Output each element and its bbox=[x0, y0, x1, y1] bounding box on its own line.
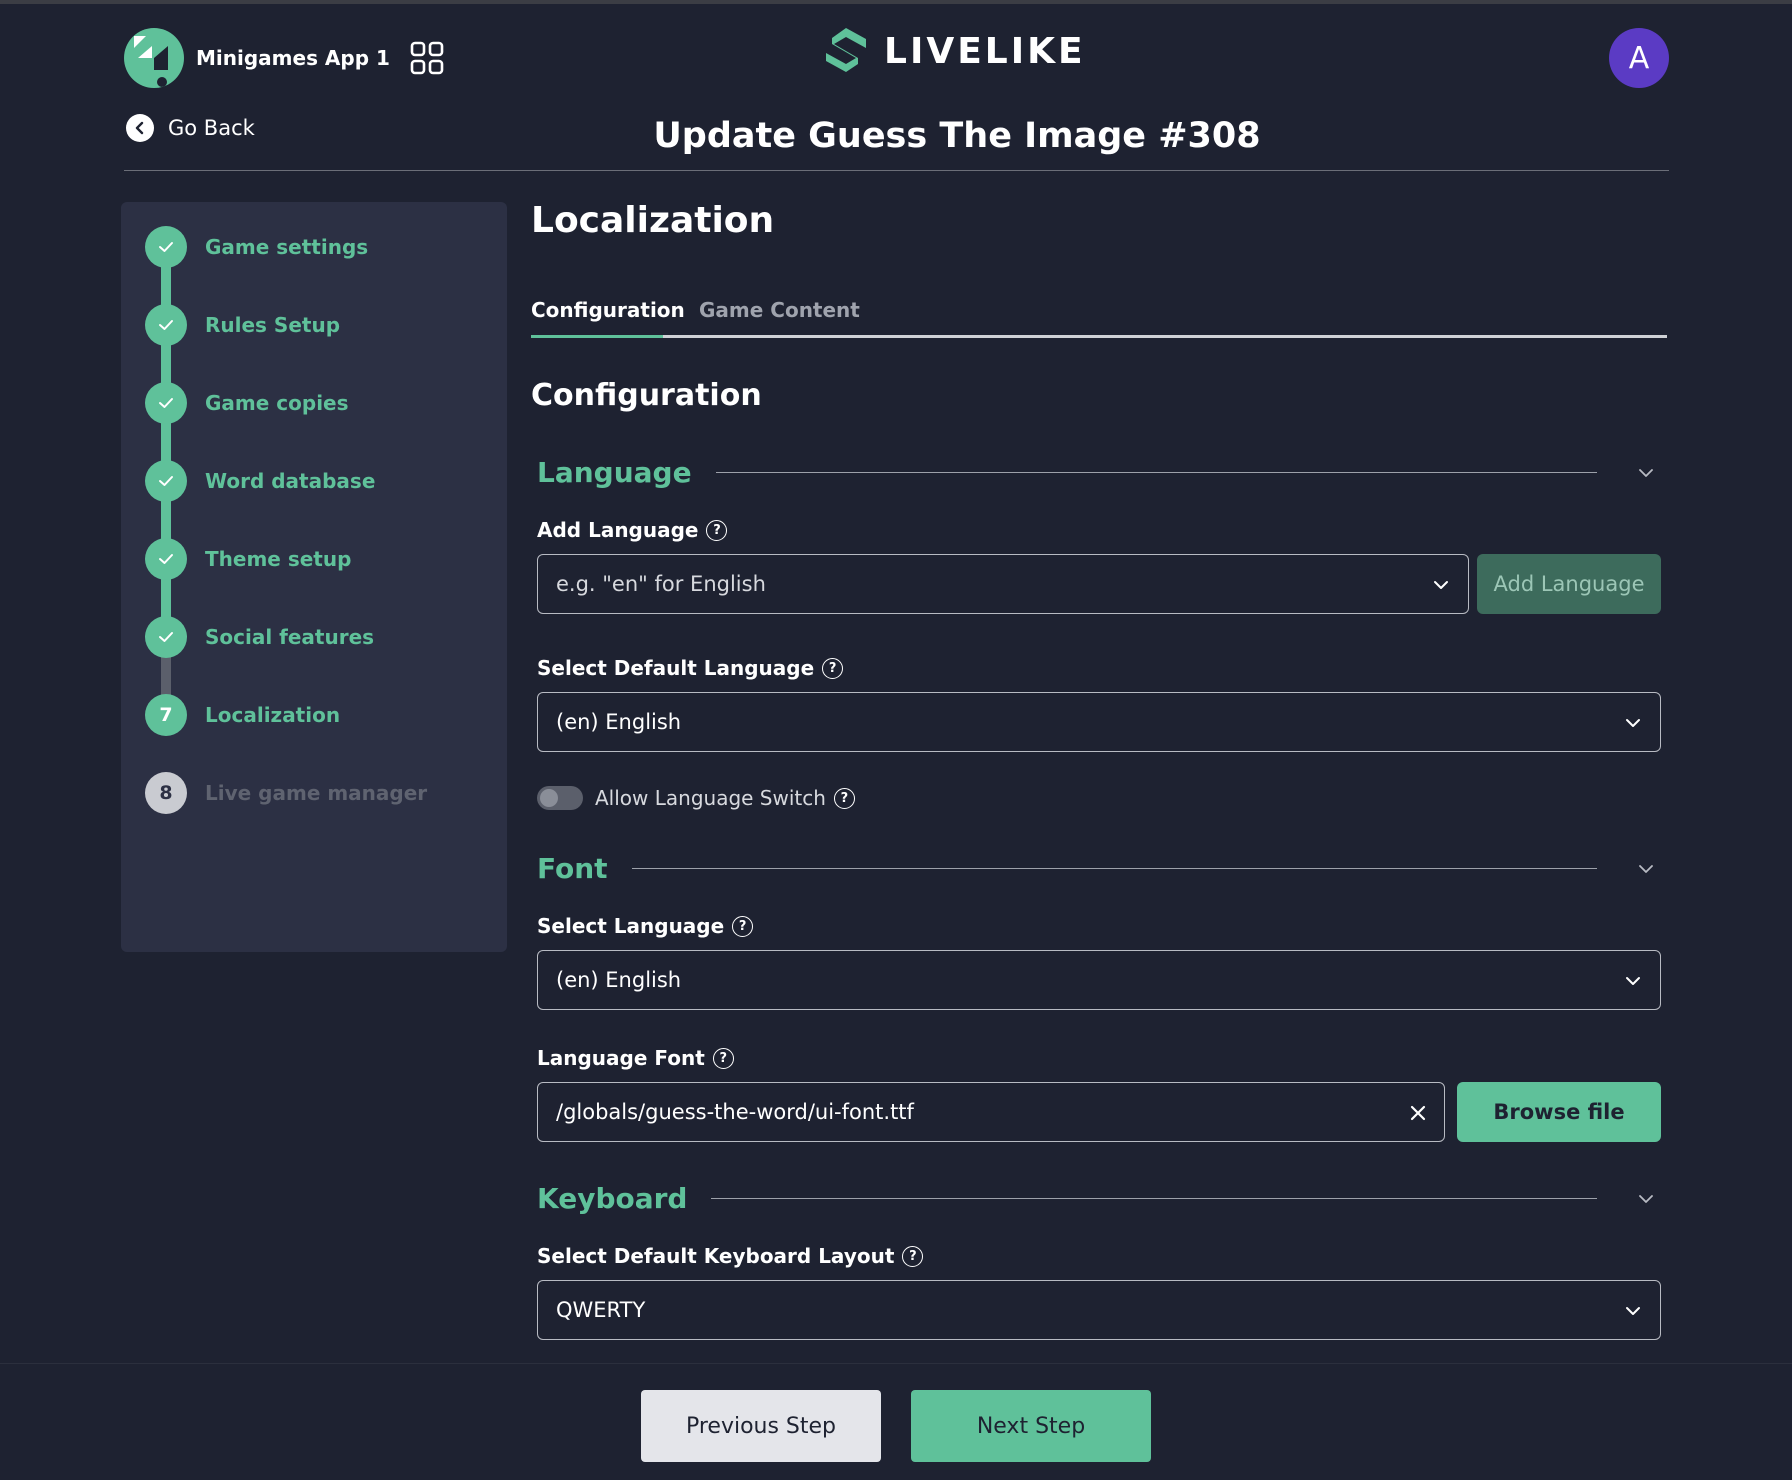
language-font-path: /globals/guess-the-word/ui-font.ttf bbox=[556, 1100, 914, 1124]
add-language-placeholder: e.g. "en" for English bbox=[556, 572, 766, 596]
step-word-database[interactable]: Word database bbox=[145, 460, 375, 502]
browse-file-button[interactable]: Browse file bbox=[1457, 1082, 1661, 1142]
keyboard-layout-select[interactable]: QWERTY bbox=[537, 1280, 1661, 1340]
step-label: Social features bbox=[205, 625, 375, 649]
step-theme-setup[interactable]: Theme setup bbox=[145, 538, 351, 580]
add-language-button[interactable]: Add Language bbox=[1477, 554, 1661, 614]
label-text: Select Language bbox=[537, 914, 725, 938]
tab-configuration[interactable]: Configuration bbox=[531, 298, 685, 322]
keyboard-group-header[interactable]: Keyboard bbox=[537, 1182, 1667, 1215]
keyboard-layout-value: QWERTY bbox=[556, 1298, 646, 1322]
keyboard-group-title: Keyboard bbox=[537, 1182, 688, 1215]
font-group-header[interactable]: Font bbox=[537, 852, 1667, 885]
step-number: 8 bbox=[145, 772, 187, 814]
select-language-label: Select Language ? bbox=[537, 914, 754, 938]
steps-sidebar: Game settings Rules Setup Game copies Wo… bbox=[121, 202, 507, 952]
tab-bar: Configuration Game Content bbox=[531, 298, 1667, 338]
chevron-down-icon[interactable] bbox=[1637, 464, 1655, 482]
language-font-label: Language Font ? bbox=[537, 1046, 734, 1070]
step-label: Theme setup bbox=[205, 547, 352, 571]
font-group-title: Font bbox=[537, 852, 608, 885]
window-top-border bbox=[0, 0, 1792, 4]
section-title: Localization bbox=[531, 200, 775, 241]
toggle-knob bbox=[540, 789, 558, 807]
label-text: Select Default Language bbox=[537, 656, 815, 680]
step-rules-setup[interactable]: Rules Setup bbox=[145, 304, 340, 346]
app-name: Minigames App 1 bbox=[196, 46, 390, 70]
chevron-down-icon[interactable] bbox=[1637, 860, 1655, 878]
apps-grid-icon[interactable] bbox=[410, 41, 444, 75]
help-icon[interactable]: ? bbox=[712, 1047, 734, 1069]
allow-language-switch-label: Allow Language Switch bbox=[595, 786, 826, 810]
step-number: 7 bbox=[145, 694, 187, 736]
default-language-value: (en) English bbox=[556, 710, 682, 734]
font-language-select[interactable]: (en) English bbox=[537, 950, 1661, 1010]
help-icon[interactable]: ? bbox=[902, 1245, 924, 1267]
chevron-down-icon bbox=[1626, 1307, 1640, 1315]
check-icon bbox=[145, 616, 187, 658]
footer-bar: Previous Step Next Step bbox=[0, 1363, 1792, 1480]
check-icon bbox=[145, 460, 187, 502]
chevron-down-icon bbox=[1626, 719, 1640, 727]
brand-name: LIVELIKE bbox=[884, 30, 1086, 72]
page-title: Update Guess The Image #308 bbox=[653, 116, 1261, 156]
configuration-heading: Configuration bbox=[531, 378, 762, 413]
keyboard-layout-label: Select Default Keyboard Layout ? bbox=[537, 1244, 924, 1268]
language-group-title: Language bbox=[537, 456, 692, 489]
check-icon bbox=[145, 226, 187, 268]
help-icon[interactable]: ? bbox=[822, 657, 844, 679]
step-game-copies[interactable]: Game copies bbox=[145, 382, 349, 424]
previous-step-button[interactable]: Previous Step bbox=[641, 1390, 881, 1462]
help-icon[interactable]: ? bbox=[706, 519, 728, 541]
allow-language-switch-toggle[interactable] bbox=[537, 786, 583, 810]
language-font-input[interactable]: /globals/guess-the-word/ui-font.ttf bbox=[537, 1082, 1445, 1142]
step-label: Localization bbox=[205, 703, 341, 727]
active-tab-indicator bbox=[531, 335, 663, 338]
step-label: Word database bbox=[205, 469, 376, 493]
help-icon[interactable]: ? bbox=[732, 915, 754, 937]
step-localization[interactable]: 7 Localization bbox=[145, 694, 340, 736]
font-language-value: (en) English bbox=[556, 968, 682, 992]
app-logo bbox=[124, 28, 184, 88]
language-group-header[interactable]: Language bbox=[537, 456, 1667, 489]
close-icon[interactable] bbox=[1408, 1103, 1428, 1123]
step-game-settings[interactable]: Game settings bbox=[145, 226, 368, 268]
step-label: Game settings bbox=[205, 235, 369, 259]
step-label: Live game manager bbox=[205, 781, 428, 805]
header-divider bbox=[124, 170, 1669, 171]
default-language-label: Select Default Language ? bbox=[537, 656, 844, 680]
check-icon bbox=[145, 304, 187, 346]
app-switcher[interactable]: Minigames App 1 bbox=[124, 28, 444, 88]
step-social-features[interactable]: Social features bbox=[145, 616, 374, 658]
divider bbox=[715, 472, 1597, 473]
chevron-down-icon bbox=[1626, 977, 1640, 985]
step-live-game-manager[interactable]: 8 Live game manager bbox=[145, 772, 427, 814]
step-label: Game copies bbox=[205, 391, 349, 415]
add-language-label: Add Language ? bbox=[537, 518, 728, 542]
next-step-button[interactable]: Next Step bbox=[911, 1390, 1151, 1462]
divider bbox=[631, 868, 1597, 869]
label-text: Add Language bbox=[537, 518, 699, 542]
allow-language-switch-row: Allow Language Switch ? bbox=[537, 786, 855, 810]
label-text: Language Font bbox=[537, 1046, 705, 1070]
check-icon bbox=[145, 538, 187, 580]
main-content: Localization Configuration Game Content … bbox=[531, 200, 1667, 1340]
default-language-select[interactable]: (en) English bbox=[537, 692, 1661, 752]
add-language-select[interactable]: e.g. "en" for English bbox=[537, 554, 1469, 614]
chevron-down-icon[interactable] bbox=[1637, 1190, 1655, 1208]
tab-game-content[interactable]: Game Content bbox=[699, 298, 860, 322]
livelike-logo: LIVELIKE bbox=[822, 26, 1086, 76]
help-icon[interactable]: ? bbox=[833, 787, 855, 809]
chevron-down-icon bbox=[1434, 581, 1448, 589]
user-avatar[interactable]: A bbox=[1609, 28, 1669, 88]
livelike-mark-icon bbox=[826, 28, 866, 72]
check-icon bbox=[145, 382, 187, 424]
step-label: Rules Setup bbox=[205, 313, 341, 337]
label-text: Select Default Keyboard Layout bbox=[537, 1244, 895, 1268]
divider bbox=[711, 1198, 1597, 1199]
